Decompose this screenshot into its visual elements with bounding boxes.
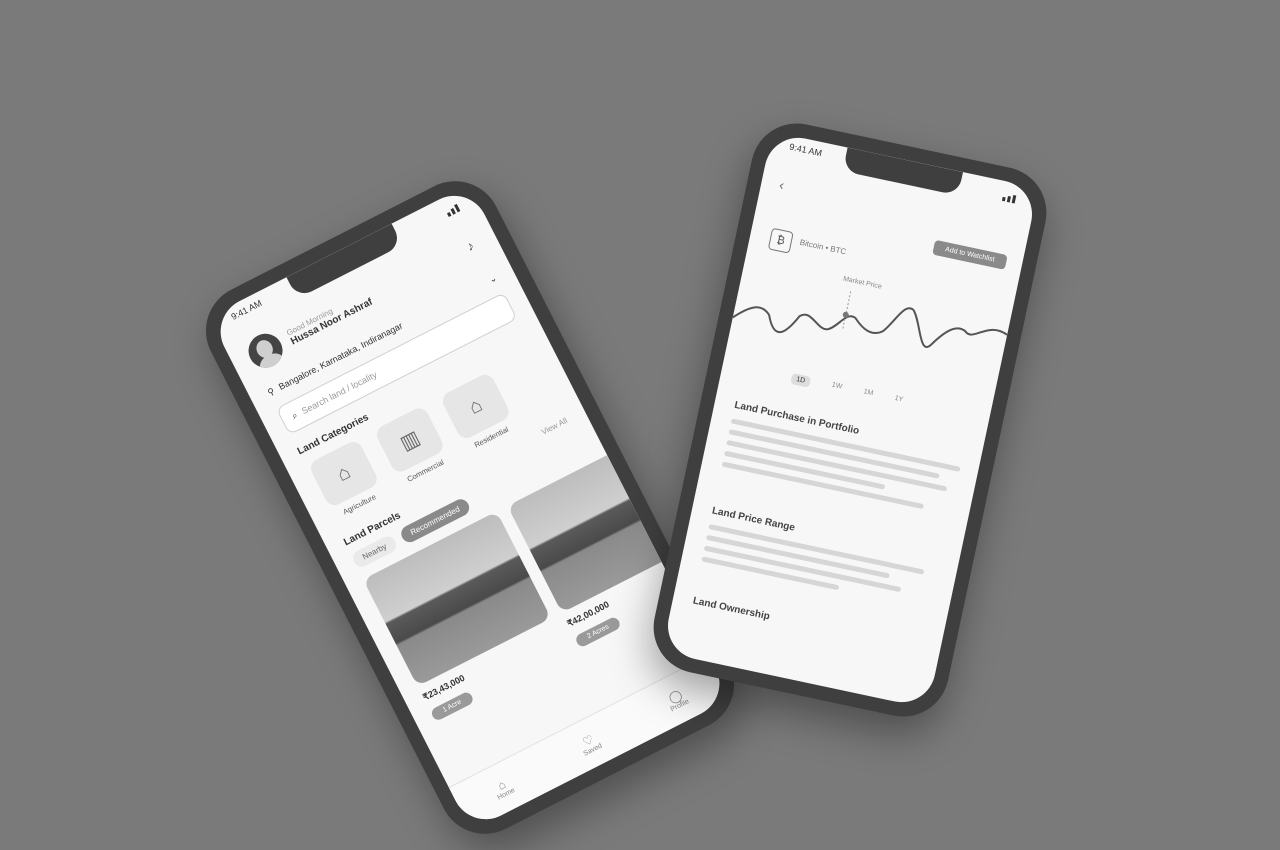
detail-screen: 9:41 AM ‹ Add to Watchlist ₿ Bitcoin • B… <box>661 131 1039 709</box>
tab-saved[interactable]: ♡ Saved <box>576 730 603 758</box>
chevron-down-icon: ⌄ <box>486 272 499 285</box>
signal-icon <box>442 199 461 217</box>
price-line <box>732 306 1008 348</box>
bell-icon[interactable]: ♪ <box>458 234 482 258</box>
location-pin-icon: ⚲ <box>265 385 277 398</box>
view-all-link[interactable]: View All <box>540 416 569 437</box>
category-commercial[interactable]: ▥ Commercial <box>371 404 455 489</box>
phone-mockup-detail: 9:41 AM ‹ Add to Watchlist ₿ Bitcoin • B… <box>645 114 1055 726</box>
category-agriculture[interactable]: ⌂ Agriculture <box>305 437 389 522</box>
coin-icon: ₿ <box>767 227 794 254</box>
status-time: 9:41 AM <box>788 141 823 159</box>
price-marker-line <box>842 291 852 329</box>
tab-profile[interactable]: ◯ Profile <box>663 685 690 713</box>
status-time: 9:41 AM <box>229 297 264 322</box>
section-portfolio: Land Purchase in Portfolio <box>720 400 964 521</box>
phone-mockup-home: 9:41 AM Good Morning Hussa Noor Ashraf ♪… <box>190 165 750 850</box>
home-screen: 9:41 AM Good Morning Hussa Noor Ashraf ♪… <box>208 184 732 831</box>
back-arrow-icon[interactable]: ‹ <box>778 176 786 193</box>
notch <box>842 147 964 196</box>
watchlist-button[interactable]: Add to Watchlist <box>931 239 1008 270</box>
range-1y[interactable]: 1Y <box>893 395 904 408</box>
avatar[interactable] <box>242 327 289 374</box>
signal-icon <box>1001 187 1018 204</box>
search-icon: ⌕ <box>289 409 299 421</box>
section-price-range: Land Price Range <box>700 505 942 615</box>
range-1w[interactable]: 1W <box>830 382 843 395</box>
range-1m[interactable]: 1M <box>862 388 874 401</box>
category-residential[interactable]: ⌂ Residential <box>437 370 521 455</box>
asset-pair: Bitcoin • BTC <box>798 237 848 257</box>
tab-home[interactable]: ⌂ Home <box>490 774 516 802</box>
